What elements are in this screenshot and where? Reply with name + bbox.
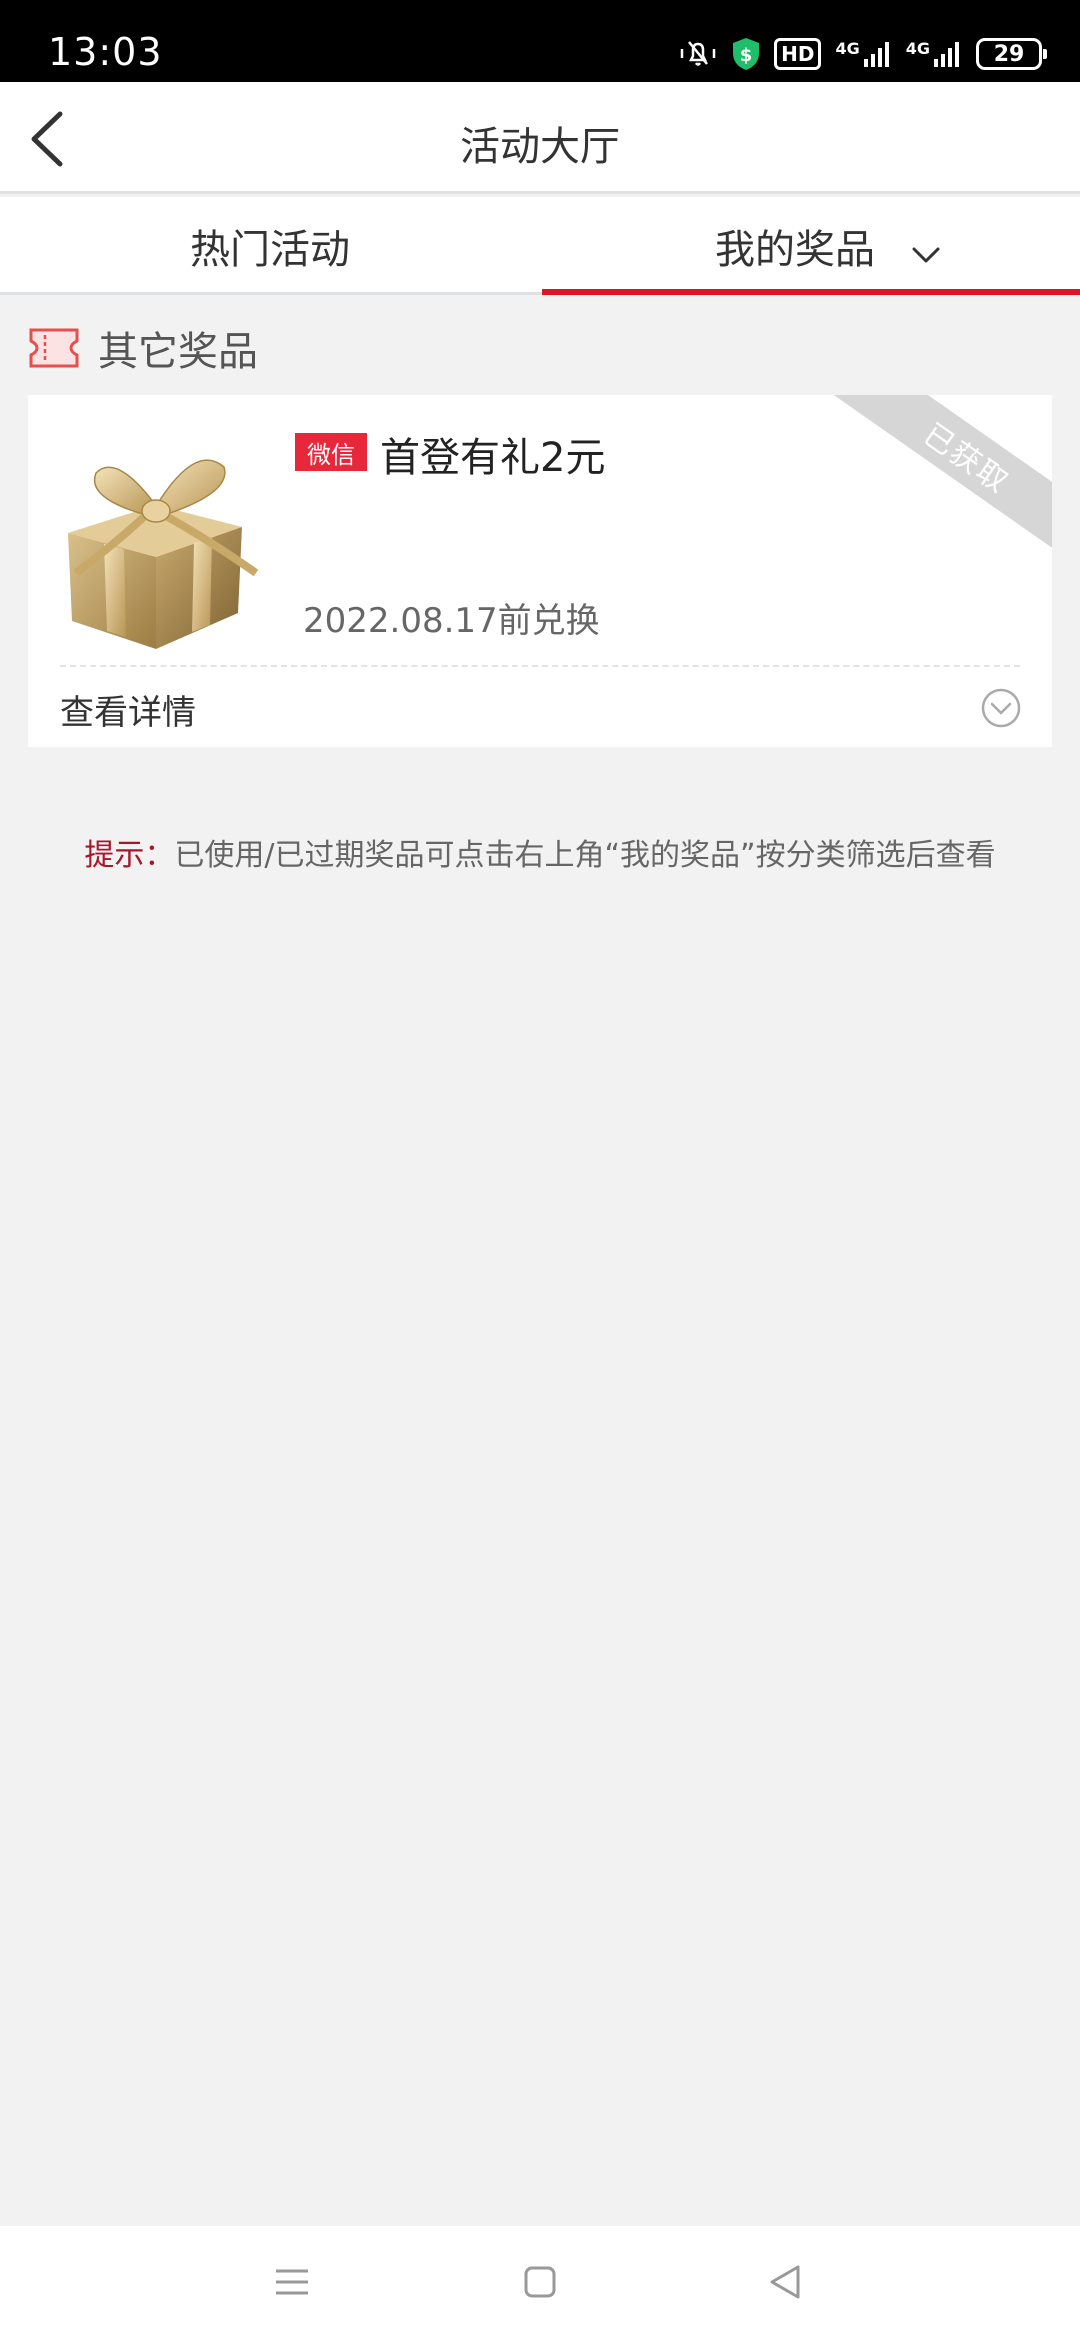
svg-text:$: $ (740, 45, 753, 66)
card-divider (60, 665, 1020, 667)
status-icons: $ HD 4G 4G 29 (678, 34, 1047, 74)
hint-label: 提示： (84, 838, 175, 873)
tab-label: 热门活动 (190, 227, 350, 273)
hint-text: 提示：已使用/已过期奖品可点击右上角“我的奖品”按分类筛选后查看 (0, 830, 1080, 874)
view-details-link[interactable]: 查看详情 (60, 685, 196, 734)
status-bar: 13:03 $ HD 4G 4G 29 (0, 0, 1080, 82)
prize-card[interactable]: 微信 首登有礼2元 2022.08.17前兑换 已获取 查看详情 (28, 395, 1052, 747)
hd-icon: HD (774, 38, 822, 70)
tab-hot-activities[interactable]: 热门活动 (0, 197, 540, 295)
ticket-icon (28, 327, 80, 369)
sim2-network-label: 4G (905, 39, 930, 58)
chevron-down-icon[interactable] (910, 233, 942, 263)
status-time: 13:03 (48, 30, 163, 74)
section-heading: 其它奖品 (28, 320, 258, 376)
page-title: 活动大厅 (460, 124, 620, 170)
tab-my-prizes[interactable]: 我的奖品 (540, 197, 1080, 295)
signal-sim2-icon: 4G (906, 39, 962, 69)
header: 活动大厅 (0, 82, 1080, 194)
claimed-status-ribbon: 已获取 (829, 395, 1052, 565)
mute-vibrate-icon (678, 38, 718, 70)
prize-expiry: 2022.08.17前兑换 (303, 601, 600, 641)
signal-sim1-icon: 4G (835, 39, 891, 69)
hint-message: 已使用/已过期奖品可点击右上角“我的奖品”按分类筛选后查看 (174, 838, 996, 873)
tab-bar: 热门活动 我的奖品 (0, 197, 1080, 295)
tab-label: 我的奖品 (715, 227, 875, 273)
battery-level: 29 (993, 41, 1025, 67)
section-title: 其它奖品 (98, 329, 258, 375)
expand-circle-icon[interactable] (980, 687, 1022, 729)
sim1-network-label: 4G (835, 39, 860, 58)
home-square-icon[interactable] (510, 2252, 570, 2312)
gift-box-image (46, 423, 268, 651)
shield-dollar-icon: $ (732, 37, 760, 71)
system-nav-bar (0, 2226, 1080, 2340)
active-tab-indicator (542, 289, 1080, 295)
prize-title: 首登有礼2元 (380, 435, 606, 481)
source-badge: 微信 (295, 433, 367, 471)
back-triangle-icon[interactable] (756, 2252, 816, 2312)
menu-icon[interactable] (262, 2252, 322, 2312)
battery-icon: 29 (976, 38, 1047, 70)
